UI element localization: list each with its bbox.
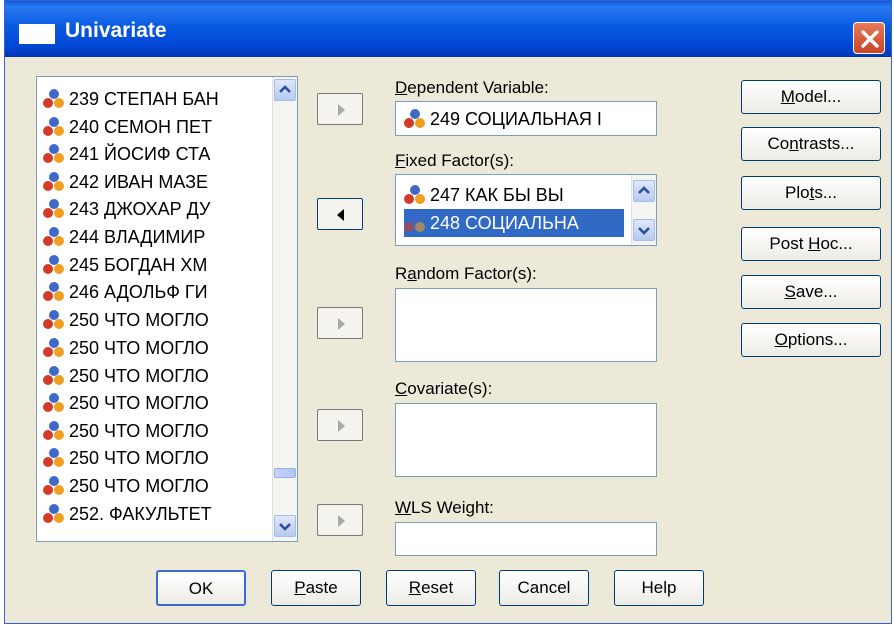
scale-variable-icon: [43, 448, 65, 468]
scroll-up-button[interactable]: [633, 180, 655, 202]
move-to-wls-button[interactable]: [317, 504, 363, 536]
scale-variable-icon: [404, 109, 426, 129]
scale-variable-icon: [43, 282, 65, 302]
covariate-list[interactable]: [395, 403, 657, 477]
model-button[interactable]: Model...: [741, 80, 881, 114]
cancel-button[interactable]: Cancel: [499, 570, 589, 606]
scale-variable-icon: [43, 338, 65, 358]
paste-button[interactable]: Paste: [271, 570, 361, 606]
list-item[interactable]: 250 ЧТО МОГЛО: [43, 334, 271, 362]
post-hoc-button[interactable]: Post Hoc...: [741, 227, 881, 261]
close-icon: [861, 30, 879, 48]
move-to-random-button[interactable]: [317, 307, 363, 339]
list-item[interactable]: 245 БОГДАН ХМ: [43, 251, 271, 279]
title-bar[interactable]: Univariate: [5, 1, 891, 57]
variable-list-scrollbar[interactable]: [272, 77, 297, 541]
ok-button[interactable]: OK: [156, 570, 246, 606]
variable-list[interactable]: 239 СТЕПАН БАН 240 СЕМОН ПЕТ 241 ЙОСИФ С…: [36, 76, 298, 542]
list-item[interactable]: 250 ЧТО МОГЛО: [43, 444, 271, 472]
random-factor-label: Random Factor(s):: [395, 264, 537, 283]
list-item[interactable]: 250 ЧТО МОГЛО: [43, 389, 271, 417]
fixed-factor-list[interactable]: 247 КАК БЫ ВЫ 248 СОЦИАЛЬНА: [395, 174, 657, 246]
move-to-covariate-button[interactable]: [317, 409, 363, 441]
scroll-thumb[interactable]: [274, 468, 296, 478]
list-item[interactable]: 252. ФАКУЛЬТЕТ: [43, 500, 271, 528]
fixed-factor-scrollbar[interactable]: [631, 175, 656, 245]
options-button[interactable]: Options...: [741, 323, 881, 357]
scale-variable-icon: [43, 310, 65, 330]
list-item[interactable]: 247 КАК БЫ ВЫ: [404, 181, 624, 209]
fixed-factor-label: Fixed Factor(s):: [395, 151, 515, 170]
scale-variable-icon: [404, 185, 426, 205]
dependent-variable-field[interactable]: 249 СОЦИАЛЬНАЯ І: [395, 101, 657, 136]
univariate-dialog: Univariate 239 СТЕПАН БАН 240 СЕМОН ПЕТ …: [4, 0, 892, 624]
arrow-right-icon: [338, 515, 345, 527]
chevron-up-icon: [638, 186, 650, 194]
reset-button[interactable]: Reset: [386, 570, 476, 606]
scale-variable-icon: [43, 504, 65, 524]
scroll-down-button[interactable]: [633, 219, 655, 241]
dependent-variable-item[interactable]: 249 СОЦИАЛЬНАЯ І: [404, 105, 650, 133]
arrow-right-icon: [338, 104, 345, 116]
plots-button[interactable]: Plots...: [741, 176, 881, 210]
scroll-down-button[interactable]: [274, 515, 296, 537]
window-icon: [19, 24, 55, 44]
chevron-up-icon: [279, 85, 291, 93]
scale-variable-icon: [43, 199, 65, 219]
scale-variable-icon: [43, 227, 65, 247]
dependent-variable-label: Dependent Variable:: [395, 78, 549, 97]
scale-variable-icon: [43, 476, 65, 496]
chevron-down-icon: [638, 227, 650, 235]
wls-weight-field[interactable]: [395, 522, 657, 556]
move-to-dependent-button[interactable]: [317, 93, 363, 125]
wls-weight-label: WLS Weight:: [395, 498, 494, 517]
list-item[interactable]: 239 СТЕПАН БАН: [43, 85, 271, 113]
list-item[interactable]: 250 ЧТО МОГЛО: [43, 417, 271, 445]
random-factor-list[interactable]: [395, 288, 657, 362]
list-item[interactable]: 240 СЕМОН ПЕТ: [43, 113, 271, 141]
scale-variable-icon: [404, 213, 426, 233]
arrow-right-icon: [338, 318, 345, 330]
scale-variable-icon: [43, 117, 65, 137]
scale-variable-icon: [43, 421, 65, 441]
scale-variable-icon: [43, 255, 65, 275]
covariate-label: Covariate(s):: [395, 379, 493, 398]
scale-variable-icon: [43, 366, 65, 386]
list-item[interactable]: 243 ДЖОХАР ДУ: [43, 195, 271, 223]
scroll-up-button[interactable]: [274, 79, 296, 101]
chevron-down-icon: [279, 523, 291, 531]
scale-variable-icon: [43, 144, 65, 164]
list-item[interactable]: 241 ЙОСИФ СТА: [43, 140, 271, 168]
list-item[interactable]: 250 ЧТО МОГЛО: [43, 306, 271, 334]
list-item-selected[interactable]: 248 СОЦИАЛЬНА: [404, 209, 624, 237]
window-title: Univariate: [65, 19, 167, 42]
list-item[interactable]: 250 ЧТО МОГЛО: [43, 362, 271, 390]
move-from-fixed-button[interactable]: [317, 198, 363, 230]
close-button[interactable]: [853, 22, 885, 54]
list-item[interactable]: 250 ЧТО МОГЛО: [43, 472, 271, 500]
help-button[interactable]: Help: [614, 570, 704, 606]
arrow-right-icon: [338, 420, 345, 432]
arrow-left-icon: [337, 209, 344, 221]
list-item[interactable]: 246 АДОЛЬФ ГИ: [43, 278, 271, 306]
save-button[interactable]: Save...: [741, 275, 881, 309]
scale-variable-icon: [43, 89, 65, 109]
scale-variable-icon: [43, 393, 65, 413]
contrasts-button[interactable]: Contrasts...: [741, 127, 881, 161]
list-item[interactable]: 244 ВЛАДИМИР: [43, 223, 271, 251]
list-item[interactable]: 242 ИВАН МАЗЕ: [43, 168, 271, 196]
scale-variable-icon: [43, 172, 65, 192]
